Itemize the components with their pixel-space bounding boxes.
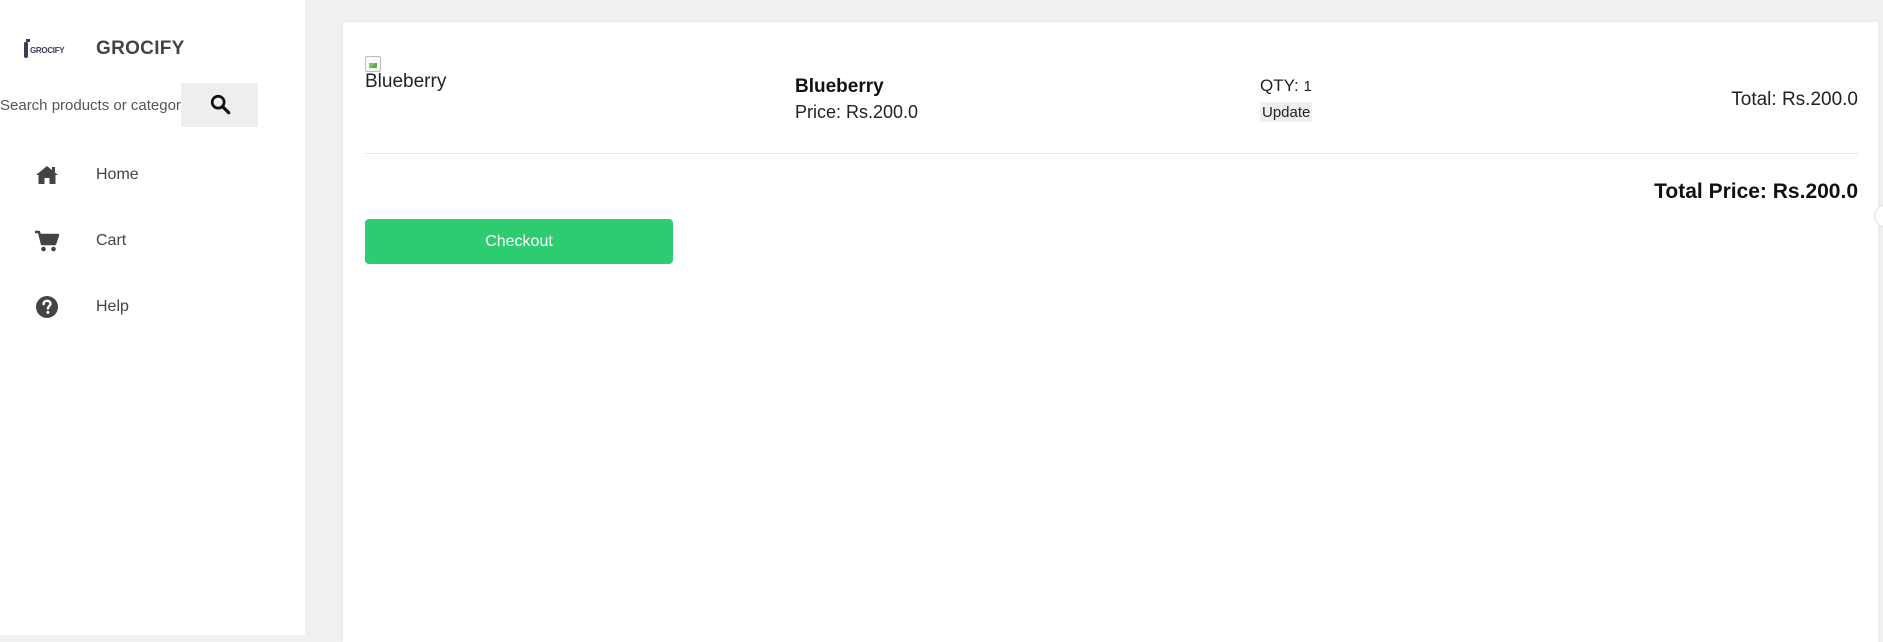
help-circle-icon [34, 294, 60, 320]
sidebar-item-label: Help [96, 298, 129, 315]
sidebar-item-label: Cart [96, 232, 127, 249]
search-input[interactable] [0, 83, 181, 127]
sidebar-item-label: Home [96, 166, 139, 183]
cart-item-row: Blueberry Blueberry Price: Rs.200.0 QTY:… [365, 56, 1858, 154]
product-name: Blueberry [795, 76, 884, 97]
item-total: Total: Rs.200.0 [1731, 89, 1858, 110]
search-button[interactable] [181, 83, 258, 127]
total-price: Total Price: Rs.200.0 [1654, 180, 1858, 203]
sidebar-item-cart[interactable]: Cart [0, 208, 305, 274]
product-image-alt: Blueberry [365, 71, 447, 92]
home-icon [34, 162, 60, 188]
jar-icon [24, 39, 30, 58]
product-price: Price: Rs.200.0 [795, 102, 919, 122]
brand[interactable]: GROCIFY GROCIFY [24, 36, 184, 64]
broken-image-icon [365, 56, 381, 72]
sidebar-item-help[interactable]: Help [0, 274, 305, 340]
quantity: QTY: 1 [1260, 76, 1312, 96]
sidebar-nav: Home Cart Help [0, 142, 305, 340]
brand-name[interactable]: GROCIFY [96, 38, 185, 60]
grocify-logo[interactable]: GROCIFY [24, 39, 65, 61]
sidebar: GROCIFY GROCIFY Home [0, 0, 305, 635]
checkout-button[interactable]: Checkout [365, 219, 673, 264]
cart-icon [34, 228, 60, 254]
product-image: Blueberry [365, 56, 455, 93]
quantity-value: 1 [1303, 78, 1312, 95]
logo-text: GROCIFY [30, 45, 65, 55]
search-bar [0, 83, 258, 127]
sidebar-item-home[interactable]: Home [0, 142, 305, 208]
quantity-label: QTY: [1260, 76, 1304, 95]
update-button[interactable]: Update [1260, 102, 1313, 122]
cart-panel: Blueberry Blueberry Price: Rs.200.0 QTY:… [343, 22, 1878, 642]
search-icon [209, 93, 231, 118]
